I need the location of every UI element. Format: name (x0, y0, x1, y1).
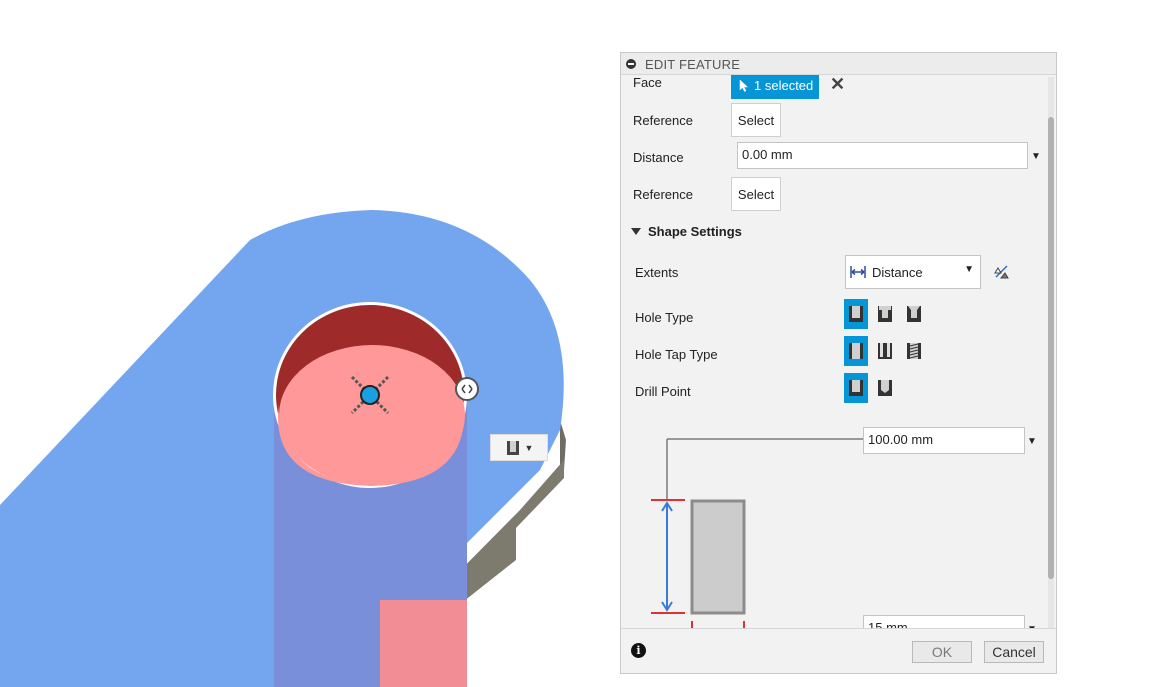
countersink-icon (907, 306, 921, 322)
distance-label: Distance (633, 150, 684, 165)
panel-footer: i OK Cancel (621, 628, 1056, 673)
face-selection-button[interactable]: 1 selected (731, 75, 819, 99)
cursor-icon (739, 79, 749, 92)
simple-tap-icon (849, 343, 863, 359)
tap-type-threaded-button[interactable] (902, 336, 926, 366)
chevron-down-icon: ▼ (964, 264, 974, 275)
hole-bottom-face (279, 345, 465, 485)
flat-drill-point-icon (849, 380, 863, 396)
flip-direction-icon[interactable] (993, 263, 1011, 281)
hole-preview-diagram (651, 438, 863, 630)
drill-point-flat-button[interactable] (844, 373, 868, 403)
face-selection-count: 1 selected (754, 78, 814, 93)
reference-label-2: Reference (633, 187, 693, 202)
threaded-icon (907, 343, 921, 359)
shape-settings-title: Shape Settings (648, 224, 742, 239)
distance-input[interactable]: 0.00 mm (737, 142, 1028, 169)
panel-title-bar[interactable]: EDIT FEATURE (621, 53, 1056, 75)
depth-dropdown-icon[interactable]: ▼ (1027, 436, 1037, 447)
cancel-button[interactable]: Cancel (984, 641, 1044, 663)
diameter-handle[interactable] (455, 377, 479, 401)
hole-type-simple-button[interactable] (844, 299, 868, 329)
clear-selection-icon[interactable]: ✕ (830, 75, 845, 93)
hole-type-countersink-button[interactable] (902, 299, 926, 329)
simple-hole-icon (849, 306, 863, 322)
face-label: Face (633, 75, 662, 90)
simple-hole-icon (506, 440, 519, 455)
reference-select-button-2[interactable]: Select (731, 177, 781, 211)
hole-type-label: Hole Type (635, 310, 694, 325)
counterbore-icon (878, 306, 892, 322)
hole-type-counterbore-button[interactable] (873, 299, 897, 329)
tap-type-clearance-button[interactable] (873, 336, 897, 366)
ok-button[interactable]: OK (912, 641, 972, 663)
chevron-down-icon: ▼ (524, 442, 534, 453)
collapse-icon[interactable] (626, 59, 636, 69)
hole-depth-red (380, 600, 467, 687)
clearance-icon (878, 343, 892, 359)
info-icon[interactable]: i (631, 643, 646, 658)
extents-select[interactable]: Distance ▼ (845, 255, 981, 289)
distance-dropdown-icon[interactable]: ▼ (1031, 151, 1041, 162)
distance-extent-icon (850, 266, 866, 278)
drill-point-label: Drill Point (635, 384, 691, 399)
drill-point-angled-button[interactable] (873, 373, 897, 403)
angled-drill-point-icon (878, 380, 892, 396)
edit-feature-panel: EDIT FEATURE Face 1 selected ✕ Reference… (620, 52, 1057, 674)
panel-body: Face 1 selected ✕ Reference Select Dista… (621, 75, 1048, 630)
reference-select-button[interactable]: Select (731, 103, 781, 137)
panel-title: EDIT FEATURE (645, 57, 741, 72)
hole-type-mini-toolbar[interactable]: ▼ (490, 434, 548, 461)
depth-input[interactable]: 100.00 mm (863, 427, 1025, 454)
scrollbar-thumb[interactable] (1048, 117, 1054, 579)
hole-tap-type-label: Hole Tap Type (635, 347, 718, 362)
tap-type-simple-button[interactable] (844, 336, 868, 366)
extents-label: Extents (635, 265, 679, 280)
reference-label: Reference (633, 113, 693, 128)
shape-settings-header[interactable]: Shape Settings (631, 224, 742, 239)
extents-value: Distance (872, 264, 923, 280)
expand-triangle-icon (631, 228, 641, 235)
